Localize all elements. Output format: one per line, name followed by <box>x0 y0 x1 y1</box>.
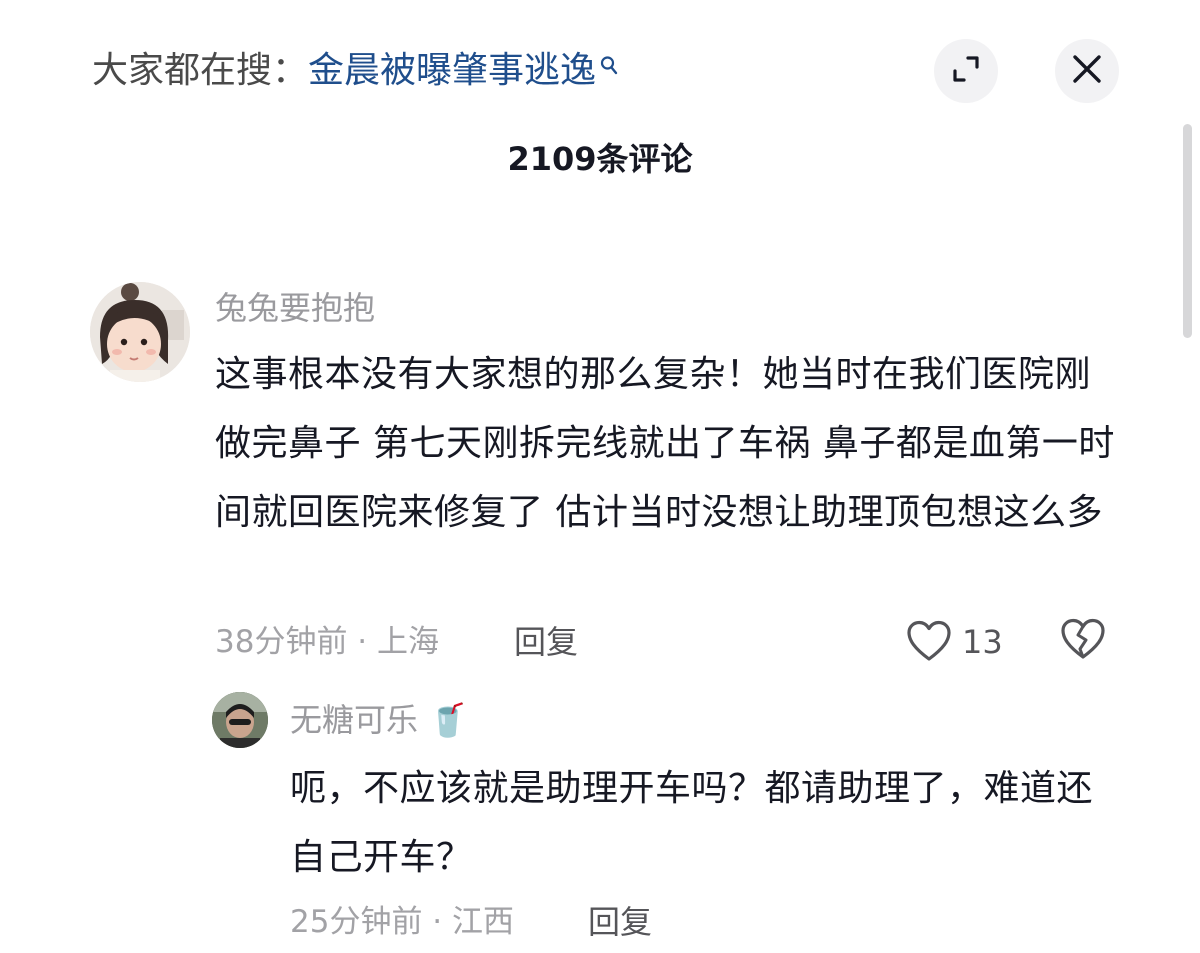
comment-meta: 25分钟前 · 江西 <box>290 904 515 940</box>
close-button[interactable] <box>1055 39 1119 103</box>
expand-button[interactable] <box>934 39 998 103</box>
comments-count-title: 2109条评论 <box>507 140 693 178</box>
trending-search-hint[interactable]: 大家都在搜：金晨被曝肇事逃逸 <box>92 46 618 96</box>
reply-button[interactable]: 回复 <box>514 620 578 664</box>
expand-icon <box>949 52 983 90</box>
comment-text: 这事根本没有大家想的那么复杂！她当时在我们医院刚做完鼻子 第七天刚拆完线就出了车… <box>215 354 1115 533</box>
avatar[interactable] <box>212 692 268 748</box>
search-hint-keyword[interactable]: 金晨被曝肇事逃逸 <box>308 50 596 91</box>
search-hint-prefix: 大家都在搜： <box>92 50 309 91</box>
like-count: 13 <box>962 623 1003 661</box>
username-text: 无糖可乐 <box>290 701 419 739</box>
comment-username[interactable]: 无糖可乐 🥤 <box>290 698 468 742</box>
like-button[interactable]: 13 <box>906 616 1006 668</box>
comment-text: 呃，不应该就是助理开车吗？都请助理了，难道还自己开车？ <box>290 768 1094 878</box>
reply-comment-item: 无糖可乐 🥤 呃，不应该就是助理开车吗？都请助理了，难道还自己开车？ 25分钟前… <box>0 690 1200 953</box>
avatar[interactable] <box>90 282 190 382</box>
comments-header: 大家都在搜：金晨被曝肇事逃逸 <box>0 0 1200 130</box>
heart-icon <box>906 620 952 666</box>
comment-username[interactable]: 兔兔要抱抱 <box>215 286 375 330</box>
close-icon <box>1072 54 1102 88</box>
broken-heart-icon <box>1060 618 1106 664</box>
comment-item: 兔兔要抱抱 这事根本没有大家想的那么复杂！她当时在我们医院刚做完鼻子 第七天刚拆… <box>0 270 1200 680</box>
cola-cup-icon: 🥤 <box>428 701 469 739</box>
reply-button[interactable]: 回复 <box>588 900 652 944</box>
dislike-button[interactable] <box>1060 618 1108 664</box>
search-icon <box>600 46 618 96</box>
comment-meta: 38分钟前 · 上海 <box>215 624 440 660</box>
comments-panel: 大家都在搜：金晨被曝肇事逃逸 2109条评论 兔兔要抱抱 这事根本没有大家想的那… <box>0 0 1200 953</box>
